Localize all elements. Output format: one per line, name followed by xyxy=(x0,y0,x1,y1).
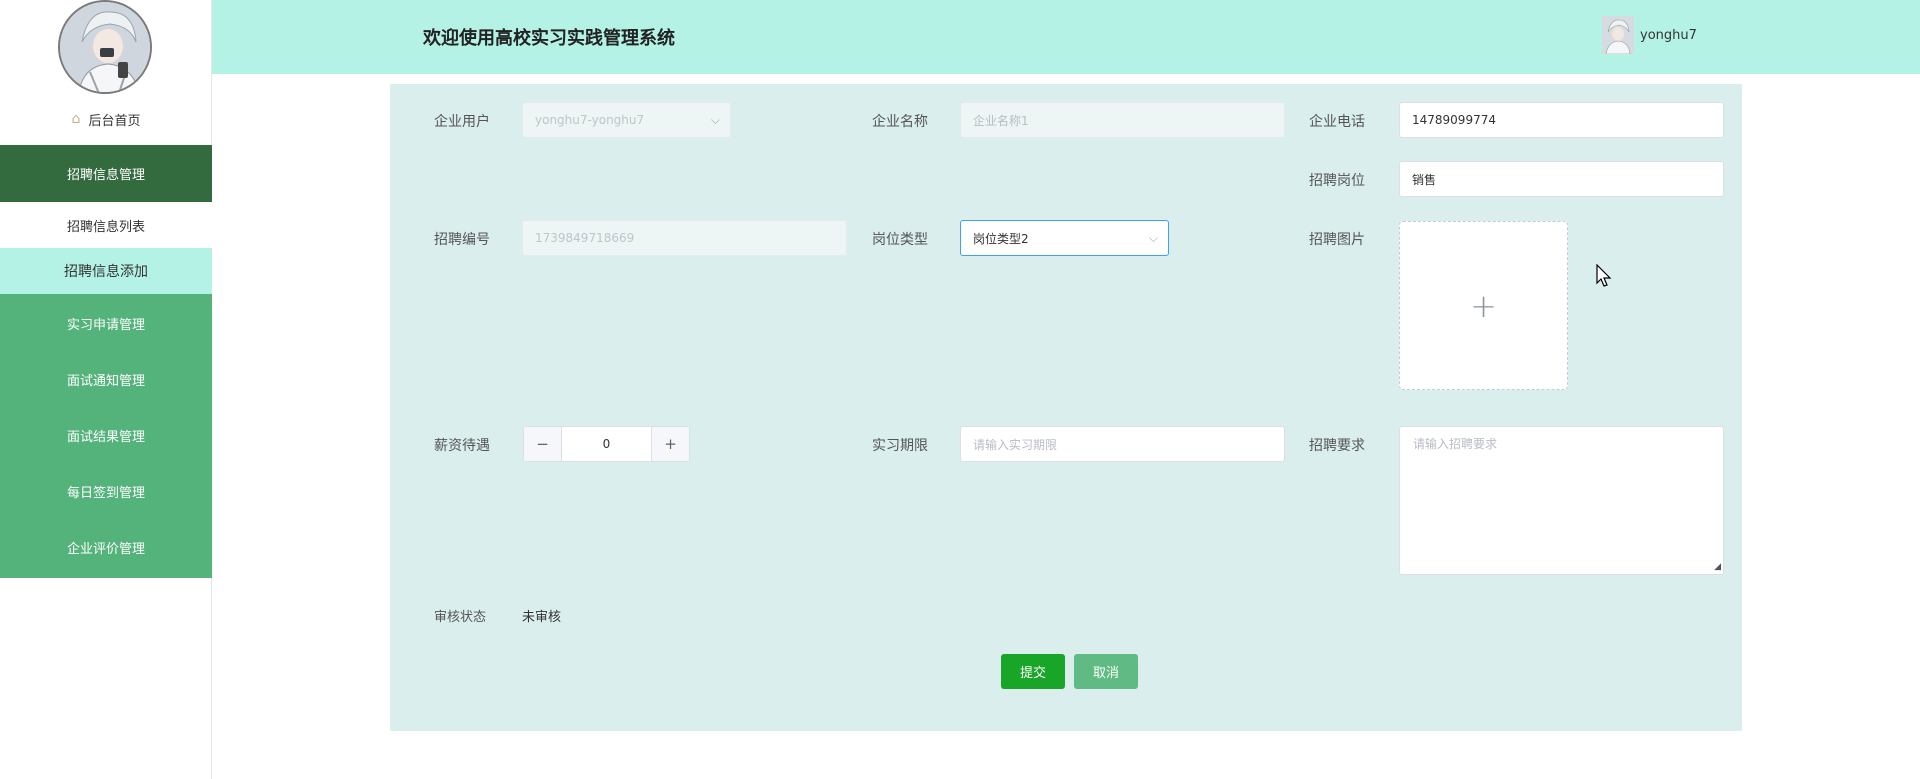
job-position-value: 销售 xyxy=(1412,172,1437,187)
decrement-button[interactable]: − xyxy=(524,427,562,461)
sidebar-item-company-review[interactable]: 企业评价管理 xyxy=(0,522,212,572)
sidebar-item-interview-result[interactable]: 面试结果管理 xyxy=(0,410,212,460)
internship-period-input[interactable]: 请输入实习期限 xyxy=(960,426,1285,462)
sidebar-item-label: 每日签到管理 xyxy=(66,485,145,501)
sidebar: ⌂ 后台首页 招聘信息管理 招聘信息列表 招聘信息添加 实习申请管理 面试通知管… xyxy=(0,0,212,779)
avatar-illustration-small xyxy=(1602,16,1634,54)
requirements-label: 招聘要求 xyxy=(1309,438,1365,454)
job-number-label: 招聘编号 xyxy=(434,232,490,248)
salary-label: 薪资待遇 xyxy=(434,438,490,454)
chevron-down-icon: ⌵ xyxy=(710,113,720,127)
company-name-placeholder: 企业名称1 xyxy=(973,113,1029,128)
salary-stepper: − 0 + xyxy=(523,426,690,462)
company-user-label: 企业用户 xyxy=(434,114,490,130)
sidebar-item-daily-checkin[interactable]: 每日签到管理 xyxy=(0,466,212,516)
review-status-value: 未审核 xyxy=(522,610,562,625)
plus-icon: + xyxy=(1470,286,1497,325)
sidebar-item-label: 招聘信息列表 xyxy=(66,219,145,235)
username-label: yonghu7 xyxy=(1640,27,1697,43)
job-image-label: 招聘图片 xyxy=(1309,232,1365,248)
company-phone-label: 企业电话 xyxy=(1309,114,1365,130)
sidebar-item-recruitment-list[interactable]: 招聘信息列表 xyxy=(0,202,212,248)
image-upload-area[interactable]: + xyxy=(1399,221,1568,390)
chevron-down-icon: ⌵ xyxy=(1148,231,1158,245)
sidebar-item-internship-application[interactable]: 实习申请管理 xyxy=(0,298,212,348)
sidebar-item-label: 招聘信息管理 xyxy=(66,168,145,183)
sidebar-item-recruitment-management[interactable]: 招聘信息管理 xyxy=(0,145,212,202)
sidebar-item-recruitment-add[interactable]: 招聘信息添加 xyxy=(0,248,212,294)
page-title: 欢迎使用高校实习实践管理系统 xyxy=(423,28,675,49)
salary-value[interactable]: 0 xyxy=(562,427,651,461)
increment-button[interactable]: + xyxy=(651,427,689,461)
internship-period-label: 实习期限 xyxy=(872,438,928,454)
job-position-input[interactable]: 销售 xyxy=(1399,161,1724,197)
company-phone-input[interactable]: 14789099774 xyxy=(1399,102,1724,138)
requirements-textarea[interactable]: 请输入招聘要求 ◢ xyxy=(1399,426,1724,575)
job-number-value: 1739849718669 xyxy=(535,231,635,245)
top-header: 欢迎使用高校实习实践管理系统 yonghu7 xyxy=(212,0,1920,74)
sidebar-item-label: 面试通知管理 xyxy=(66,373,145,389)
job-number-input: 1739849718669 xyxy=(522,220,847,256)
job-type-label: 岗位类型 xyxy=(872,232,928,248)
avatar-illustration xyxy=(60,2,150,92)
job-type-select[interactable]: 岗位类型2 ⌵ xyxy=(960,220,1169,256)
submit-button[interactable]: 提交 xyxy=(1001,654,1065,689)
sidebar-item-label: 招聘信息添加 xyxy=(64,264,148,280)
user-avatar-large xyxy=(58,0,152,94)
company-name-label: 企业名称 xyxy=(872,114,928,130)
sidebar-home-link[interactable]: ⌂ 后台首页 xyxy=(0,108,212,130)
sidebar-item-label: 实习申请管理 xyxy=(66,317,145,333)
user-menu[interactable]: yonghu7 xyxy=(1602,16,1697,54)
home-icon: ⌂ xyxy=(71,111,81,127)
resize-handle-icon[interactable]: ◢ xyxy=(1714,562,1721,572)
mouse-cursor-icon xyxy=(1596,264,1612,287)
sidebar-item-label: 企业评价管理 xyxy=(66,541,145,557)
company-phone-value: 14789099774 xyxy=(1412,113,1496,127)
job-position-label: 招聘岗位 xyxy=(1309,173,1365,189)
sidebar-item-interview-notice[interactable]: 面试通知管理 xyxy=(0,354,212,404)
company-user-value: yonghu7-yonghu7 xyxy=(535,113,645,127)
cancel-button[interactable]: 取消 xyxy=(1074,654,1138,689)
sidebar-home-label: 后台首页 xyxy=(88,113,141,129)
company-name-input: 企业名称1 xyxy=(960,102,1285,138)
job-type-value: 岗位类型2 xyxy=(973,231,1029,246)
review-status-label: 审核状态 xyxy=(434,610,487,625)
requirements-placeholder: 请输入招聘要求 xyxy=(1413,437,1498,451)
sidebar-item-label: 面试结果管理 xyxy=(66,429,145,445)
company-user-select: yonghu7-yonghu7 ⌵ xyxy=(522,102,731,138)
user-avatar-small xyxy=(1602,16,1634,54)
internship-period-placeholder: 请输入实习期限 xyxy=(973,437,1058,452)
